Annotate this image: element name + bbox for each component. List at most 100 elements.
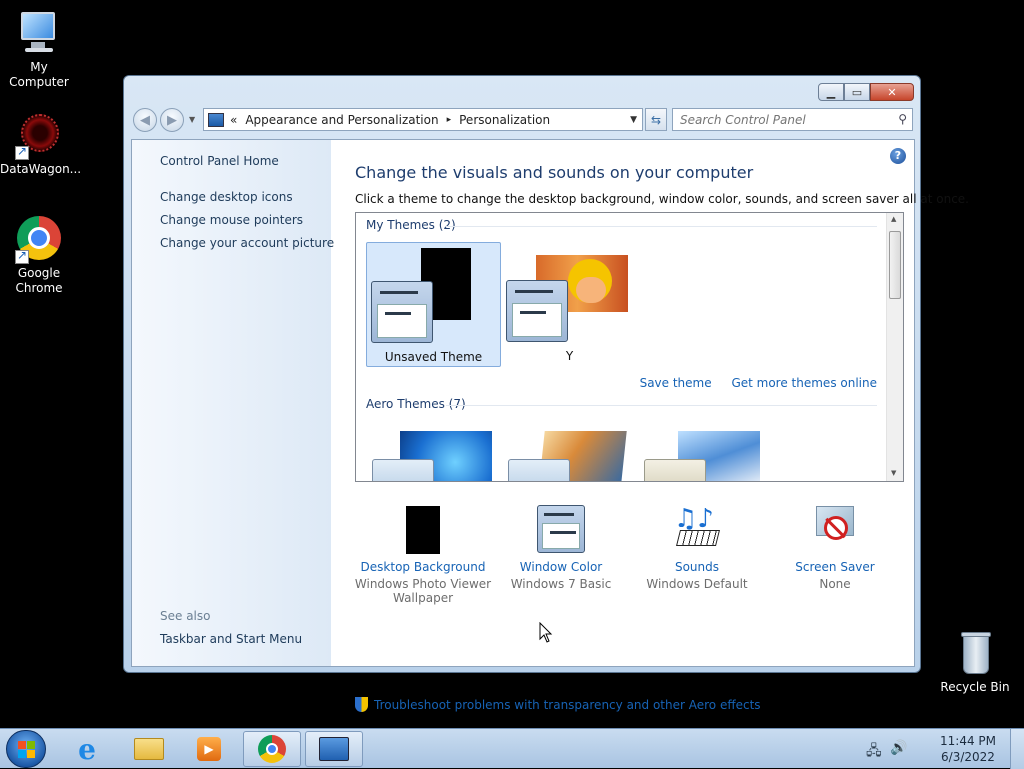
maximize-button[interactable]: ▭ [844,83,870,101]
window-color-setting[interactable]: Window Color Windows 7 Basic [491,504,631,594]
caption-buttons: ▁ ▭ ✕ [818,83,914,101]
group-divider [446,226,877,227]
personalization-window: ▁ ▭ ✕ ◀ ▶ ▼ « Appearance and Personaliza… [123,75,969,712]
aero-theme-architecture[interactable] [506,431,627,481]
datawagon-icon [15,112,63,160]
sounds-link[interactable]: Sounds [627,560,767,574]
search-icon[interactable]: ⚲ [898,112,907,126]
screen-saver-icon [810,504,860,554]
help-icon[interactable]: ? [890,148,906,164]
clock-time: 11:44 PM [940,734,996,748]
shortcut-arrow-icon [15,248,29,264]
windows-logo-icon [18,741,36,759]
scroll-up-icon[interactable]: ▲ [891,215,896,223]
back-button[interactable]: ◀ [133,108,157,132]
screen-saver-value: None [819,577,851,591]
shortcut-arrow-icon [15,144,29,160]
search-input[interactable] [673,109,883,131]
file-explorer-button[interactable] [120,731,178,767]
chrome-taskbar-button[interactable] [243,731,301,767]
clock-date: 6/3/2022 [941,750,995,764]
forward-button[interactable]: ▶ [160,108,184,132]
my-themes-header: My Themes (2) [366,218,456,232]
page-title: Change the visuals and sounds on your co… [355,163,754,182]
change-account-picture-link[interactable]: Change your account picture [160,236,334,250]
chrome-icon [15,216,63,264]
control-panel-icon [319,737,349,761]
recent-pages-dropdown-icon[interactable]: ▼ [189,115,195,124]
window-color-value: Windows 7 Basic [510,577,612,591]
breadcrumb-personalization[interactable]: Personalization [459,113,550,127]
control-panel-taskbar-button[interactable] [305,731,363,767]
theme-y[interactable]: Y [502,242,637,367]
left-pane: Control Panel Home Change desktop icons … [132,140,334,666]
forward-arrow-icon: ▶ [167,112,177,128]
theme-actions: Save theme Get more themes online [624,376,877,390]
volume-icon[interactable]: 🔊 [890,740,907,756]
show-desktop-button[interactable] [1010,729,1024,769]
aero-themes-header: Aero Themes (7) [366,397,466,411]
main-pane: ? Change the visuals and sounds on your … [331,140,969,712]
control-panel-home-link[interactable]: Control Panel Home [160,154,279,168]
scrollbar-thumb[interactable] [889,231,901,299]
desktop-background-link[interactable]: Desktop Background [353,560,493,574]
datawagon-shortcut[interactable]: DataWagon... [0,112,81,177]
breadcrumb-separator-icon[interactable]: ▸ [447,115,452,125]
page-subtitle: Click a theme to change the desktop back… [355,192,969,206]
clock[interactable]: 11:44 PM 6/3/2022 [938,733,998,765]
change-desktop-icons-link[interactable]: Change desktop icons [160,190,293,204]
sounds-value: Windows Default [646,577,748,591]
taskbar: e ▶ 🖧 🔊 11:44 PM 6/3/2022 [0,728,1024,769]
media-player-button[interactable]: ▶ [180,731,238,767]
my-computer-icon[interactable]: My Computer [0,10,78,90]
aero-theme-windows7[interactable] [370,431,492,481]
address-dropdown-icon[interactable]: ▼ [630,115,637,125]
theme-name: Unsaved Theme [384,350,483,364]
media-player-icon: ▶ [197,737,221,761]
content-area: Control Panel Home Change desktop icons … [131,139,969,712]
desktop-icon-label: Recycle Bin [940,680,1010,694]
refresh-icon: ⇆ [650,112,662,127]
theme-name: Y [565,349,574,363]
back-arrow-icon: ◀ [140,112,150,128]
desktop-background-setting[interactable]: Desktop Background Windows Photo Viewer … [353,504,493,608]
breadcrumb-appearance[interactable]: Appearance and Personalization [245,113,438,127]
navigation-bar: ◀ ▶ ▼ « Appearance and Personalization ▸… [131,106,913,134]
taskbar-start-menu-link[interactable]: Taskbar and Start Menu [160,632,302,646]
troubleshoot-link[interactable]: Troubleshoot problems with transparency … [355,697,761,712]
recycle-bin-icon[interactable]: Recycle Bin [936,630,1014,695]
screen-saver-link[interactable]: Screen Saver [765,560,905,574]
troubleshoot-text[interactable]: Troubleshoot problems with transparency … [374,698,761,712]
internet-explorer-button[interactable]: e [58,731,116,767]
theme-window-preview-icon [506,280,568,342]
start-button[interactable] [6,730,46,768]
get-more-themes-link[interactable]: Get more themes online [731,376,877,390]
search-box[interactable]: ⚲ [672,108,913,131]
theme-list: My Themes (2) Unsaved Theme Y Save theme… [355,212,904,482]
minimize-button[interactable]: ▁ [818,83,844,101]
theme-list-scrollbar[interactable]: ▲ ▼ [886,213,903,481]
close-button[interactable]: ✕ [870,83,914,101]
folder-icon [134,738,164,760]
scroll-down-icon[interactable]: ▼ [891,469,896,477]
theme-unsaved[interactable]: Unsaved Theme [366,242,501,367]
save-theme-link[interactable]: Save theme [640,376,712,390]
sounds-setting[interactable]: ♫♪ Sounds Windows Default [627,504,767,594]
internet-explorer-icon: e [78,732,96,766]
breadcrumb-chevron[interactable]: « [230,113,237,127]
theme-window-preview-icon [371,281,433,343]
google-chrome-shortcut[interactable]: Google Chrome [0,216,78,296]
address-bar[interactable]: « Appearance and Personalization ▸ Perso… [203,108,643,131]
group-divider [446,405,877,406]
control-panel-icon [208,112,224,127]
desktop-icon-label: My Computer [9,60,69,89]
refresh-button[interactable]: ⇆ [645,108,667,131]
aero-theme-characters[interactable] [642,431,762,481]
see-also-heading: See also [160,609,211,623]
screen-saver-setting[interactable]: Screen Saver None [765,504,905,594]
change-mouse-pointers-link[interactable]: Change mouse pointers [160,213,303,227]
network-icon[interactable]: 🖧 [866,740,882,764]
shield-icon [355,697,368,712]
chrome-icon [258,735,286,763]
window-color-link[interactable]: Window Color [491,560,631,574]
